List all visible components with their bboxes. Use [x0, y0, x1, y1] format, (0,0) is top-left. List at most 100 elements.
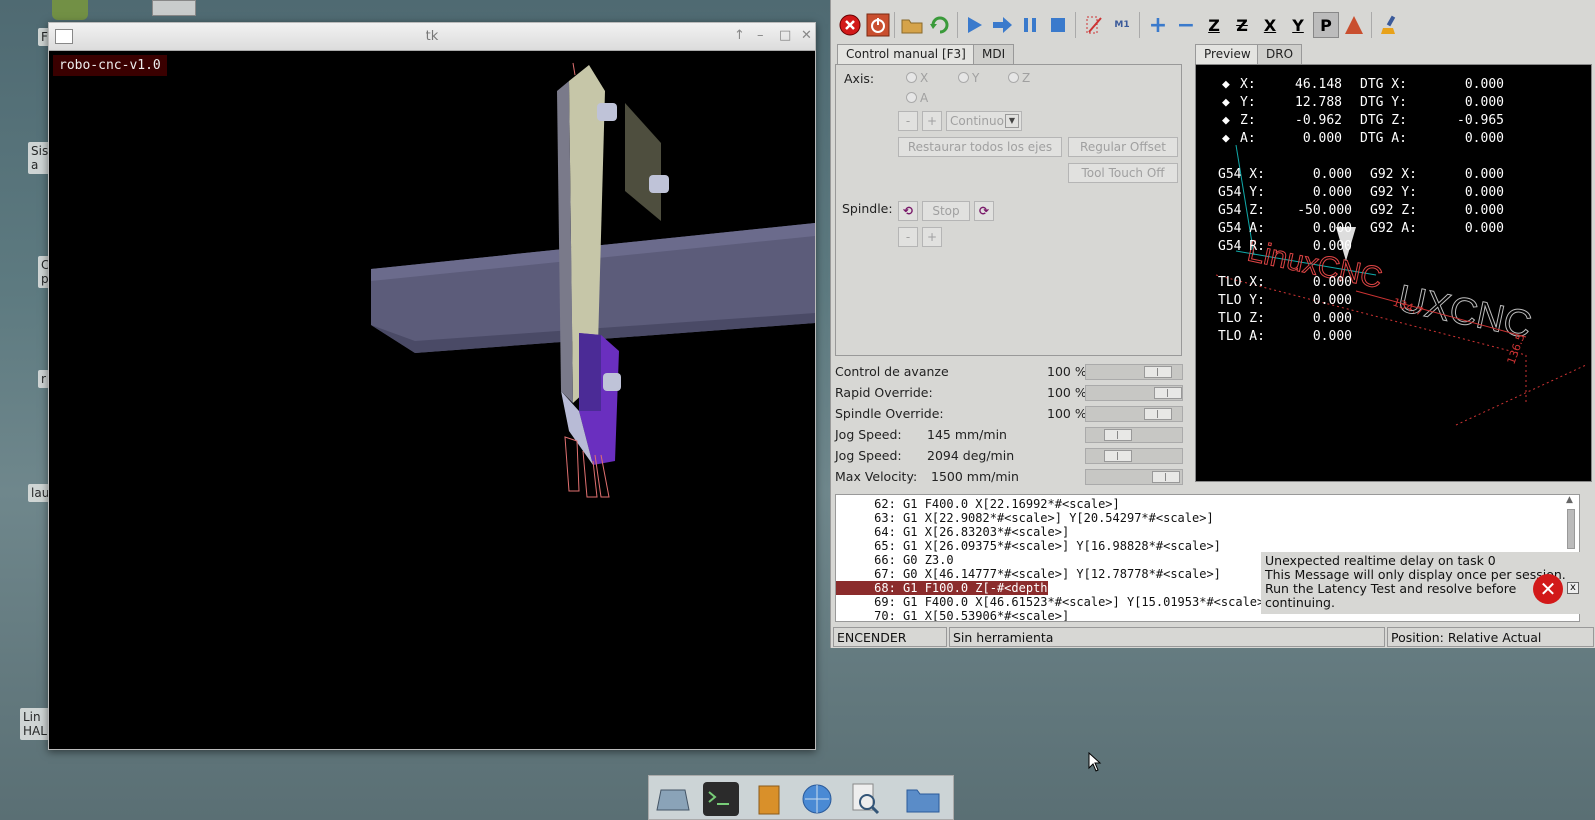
stop-icon[interactable]	[1045, 12, 1071, 38]
preview-canvas[interactable]: UXCNC LinuxCNC 134.7 136.5 ◆ X: 46.148 DTG …	[1195, 64, 1592, 482]
jog-minus-button[interactable]: -	[898, 111, 918, 131]
view-z-icon[interactable]: Z	[1201, 12, 1227, 38]
tool-touch-off-button[interactable]: Tool Touch Off	[1068, 163, 1178, 183]
folder-icon[interactable]	[905, 782, 941, 816]
terminal-icon[interactable]	[703, 782, 739, 816]
spindle-minus-button[interactable]: -	[898, 227, 918, 247]
wheel	[603, 373, 621, 391]
tk-titlebar[interactable]: tk ↑ – □ ✕	[49, 23, 815, 51]
dro-tlo-label: TLO X:	[1218, 275, 1265, 290]
latency-notification: Unexpected realtime delay on task 0 This…	[1261, 552, 1581, 614]
tab-mdi[interactable]: MDI	[973, 44, 1015, 64]
jog-mode-select[interactable]: Continuo ▼	[946, 111, 1022, 131]
spindle-stop-button[interactable]: Stop	[922, 201, 970, 221]
trash-icon[interactable]	[52, 0, 88, 20]
axis-radio-z[interactable]: Z	[1008, 71, 1030, 85]
notification-line: This Message will only display once per …	[1265, 567, 1566, 582]
desktop-icon[interactable]	[655, 782, 691, 816]
step-icon[interactable]	[989, 12, 1015, 38]
rotate-view-icon[interactable]	[1341, 12, 1367, 38]
gcode-line[interactable]: 65: G1 X[26.09375*#<scale>] Y[16.98828*#…	[836, 539, 1221, 553]
drive-icon[interactable]	[152, 0, 196, 16]
dro-g92-label: G92 Y:	[1370, 185, 1417, 200]
dro-g54-value: 0.000	[1312, 221, 1352, 236]
home-all-button[interactable]: Restaurar todos los ejes	[898, 137, 1062, 157]
gcode-line[interactable]: 66: G0 Z3.0	[836, 553, 953, 567]
axis-label: Axis:	[844, 71, 875, 86]
power-icon[interactable]	[865, 12, 891, 38]
dro-marker-icon: ◆	[1222, 131, 1230, 146]
reload-icon[interactable]	[927, 12, 953, 38]
tab-manual-control[interactable]: Control manual [F3]	[837, 44, 975, 64]
spindle-override-slider[interactable]	[1085, 406, 1183, 422]
tab-dro[interactable]: DRO	[1257, 44, 1303, 64]
jog-speed-value: 145 mm/min	[927, 427, 1007, 442]
view-y-icon[interactable]: Y	[1285, 12, 1311, 38]
block-delete-icon[interactable]	[1081, 12, 1107, 38]
spindle-ccw-icon[interactable]: ⟲	[898, 201, 918, 221]
max-velocity-slider[interactable]	[1085, 469, 1183, 485]
dro-axis-label: Z:	[1240, 113, 1256, 128]
archive-icon[interactable]	[751, 782, 787, 816]
view-z2-icon[interactable]: Z	[1229, 12, 1255, 38]
jog-speed-slider[interactable]	[1085, 427, 1183, 443]
minimize-icon[interactable]: –	[757, 28, 764, 43]
clear-plot-icon[interactable]	[1377, 12, 1403, 38]
rapid-override-slider[interactable]	[1085, 385, 1183, 401]
pause-icon[interactable]	[1017, 12, 1043, 38]
dock	[648, 775, 954, 820]
maximize-icon[interactable]: □	[779, 28, 791, 43]
dro-g54-value: -50.000	[1297, 203, 1352, 218]
robot-3d-view[interactable]	[49, 51, 815, 749]
estop-icon[interactable]	[837, 12, 863, 38]
gcode-line-current[interactable]: 68: G1 F100.0 Z[-#<depth>]	[836, 581, 1062, 595]
axis-window[interactable]: M1 + − Z Z X Y P Control manual [F3] MDI…	[830, 0, 1595, 648]
view-x-icon[interactable]: X	[1257, 12, 1283, 38]
shade-icon[interactable]: ↑	[734, 28, 745, 43]
dro-g92-label: G92 Z:	[1370, 203, 1417, 218]
dro-tlo-value: 0.000	[1312, 275, 1352, 290]
gcode-line[interactable]: 69: G1 F400.0 X[46.61523*#<scale>] Y[15.…	[836, 595, 1271, 609]
feed-override-value: 100 %	[1047, 364, 1087, 379]
gcode-line[interactable]: 70: G1 X[50.53906*#<scale>]	[836, 609, 1069, 621]
close-icon[interactable]: ✕	[801, 28, 812, 43]
jog-speed-angular-slider[interactable]	[1085, 448, 1183, 464]
dro-g54-label: G54 X:	[1218, 167, 1265, 182]
dro-g54-label: G54 A:	[1218, 221, 1265, 236]
dro-dtg-label: DTG Z:	[1360, 113, 1407, 128]
spindle-cw-icon[interactable]: ⟳	[974, 201, 994, 221]
browser-icon[interactable]	[799, 782, 835, 816]
run-icon[interactable]	[961, 12, 987, 38]
spindle-plus-button[interactable]: +	[922, 227, 942, 247]
manual-control-panel: Axis: X Y Z A - + Continuo ▼ Restaurar t…	[835, 64, 1182, 356]
gcode-line[interactable]: 62: G1 F400.0 X[22.16992*#<scale>]	[836, 497, 1120, 511]
optional-stop-icon[interactable]: M1	[1109, 12, 1135, 38]
jog-speed-label: Jog Speed:	[835, 427, 902, 442]
zoom-out-icon[interactable]: −	[1173, 12, 1199, 38]
axis-radio-a[interactable]: A	[906, 91, 928, 105]
zoom-in-icon[interactable]: +	[1145, 12, 1171, 38]
axis-radio-x[interactable]: X	[906, 71, 928, 85]
notification-line: continuing.	[1265, 595, 1335, 610]
dro-g92-label: G92 X:	[1370, 167, 1417, 182]
axis-radio-y[interactable]: Y	[958, 71, 979, 85]
gcode-line[interactable]: 67: G0 X[46.14777*#<scale>] Y[12.78778*#…	[836, 567, 1221, 581]
dro-axis-label: Y:	[1240, 95, 1256, 110]
desktop-label[interactable]: Lin HAL	[20, 708, 50, 740]
touch-off-button[interactable]: Regular Offset	[1068, 137, 1178, 157]
jog-plus-button[interactable]: +	[922, 111, 942, 131]
gcode-line[interactable]: 64: G1 X[26.83203*#<scale>]	[836, 525, 1069, 539]
dro-g54-value: 0.000	[1312, 239, 1352, 254]
dro-g54-label: G54 Y:	[1218, 185, 1265, 200]
search-icon[interactable]	[847, 782, 883, 816]
wheel	[649, 175, 669, 193]
dismiss-notification-icon[interactable]: ✕	[1533, 574, 1563, 604]
gcode-line[interactable]: 63: G1 X[22.9082*#<scale>] Y[20.54297*#<…	[836, 511, 1214, 525]
tab-preview[interactable]: Preview	[1195, 44, 1260, 64]
feed-override-slider[interactable]	[1085, 364, 1183, 380]
notification-line: Run the Latency Test and resolve before	[1265, 581, 1517, 596]
close-notification-button[interactable]: x	[1567, 582, 1579, 594]
tk-window[interactable]: tk ↑ – □ ✕ robo-cnc-v1.0	[48, 22, 816, 750]
open-file-icon[interactable]	[899, 12, 925, 38]
view-p-icon[interactable]: P	[1313, 12, 1339, 38]
